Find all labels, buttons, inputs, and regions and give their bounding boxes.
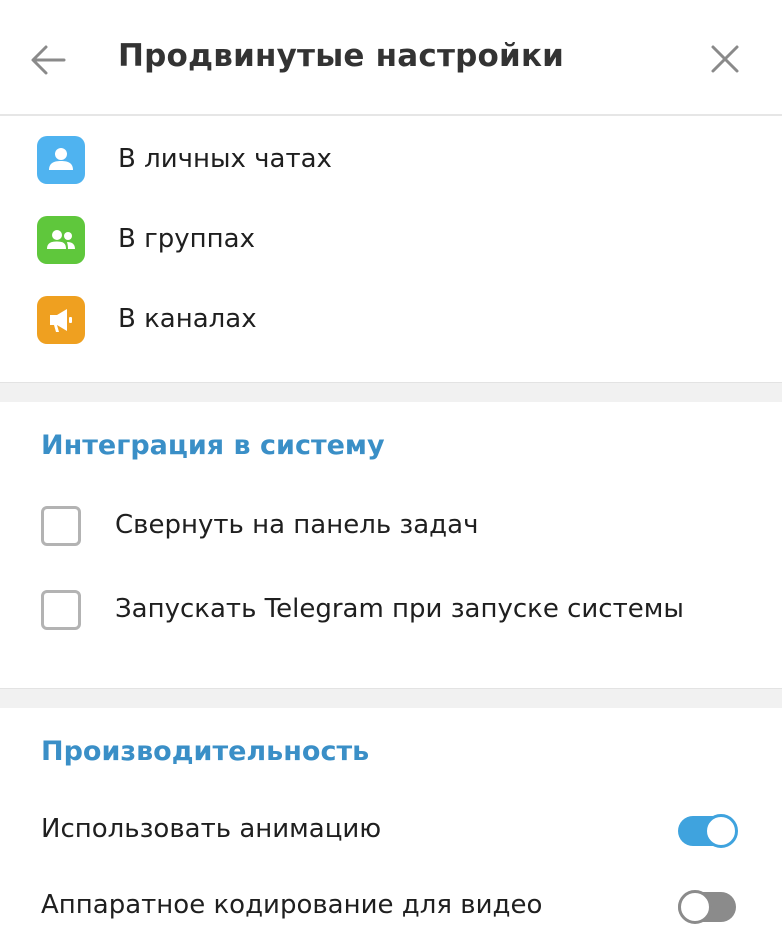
checkbox[interactable]	[41, 590, 81, 630]
arrow-left-icon	[24, 36, 74, 84]
use-animation-option[interactable]: Использовать анимацию	[0, 800, 782, 860]
panel-header: Продвинутые настройки	[0, 0, 782, 116]
launch-on-startup-option[interactable]: Запускать Telegram при запуске системы	[0, 580, 782, 644]
close-button[interactable]	[702, 36, 748, 82]
chat-type-label: В каналах	[118, 304, 257, 334]
chat-type-label: В группах	[118, 224, 255, 254]
group-icon	[37, 216, 85, 264]
checkbox[interactable]	[41, 506, 81, 546]
toggle-knob	[678, 890, 712, 924]
toggle-label: Использовать анимацию	[41, 814, 382, 844]
settings-panel: Продвинутые настройки В личных чатах В г…	[0, 0, 782, 944]
toggle-knob	[704, 814, 738, 848]
chat-type-groups[interactable]: В группах	[0, 198, 782, 278]
back-button[interactable]	[24, 36, 74, 84]
chat-type-label: В личных чатах	[118, 144, 332, 174]
megaphone-icon	[37, 296, 85, 344]
checkbox-label: Запускать Telegram при запуске системы	[115, 594, 684, 624]
animation-toggle[interactable]	[678, 814, 738, 848]
chat-type-channels[interactable]: В каналах	[0, 278, 782, 358]
checkbox-label: Свернуть на панель задач	[115, 510, 479, 540]
chat-type-private[interactable]: В личных чатах	[0, 118, 782, 198]
toggle-label: Аппаратное кодирование для видео	[41, 890, 543, 920]
section-divider	[0, 382, 782, 402]
page-title: Продвинутые настройки	[118, 38, 565, 74]
performance-section-title: Производительность	[41, 736, 370, 767]
minimize-to-tray-option[interactable]: Свернуть на панель задач	[0, 496, 782, 560]
user-icon	[37, 136, 85, 184]
close-icon	[702, 36, 748, 82]
integration-section-title: Интеграция в систему	[41, 430, 385, 461]
hardware-encoding-toggle[interactable]	[678, 890, 736, 924]
hardware-encoding-option[interactable]: Аппаратное кодирование для видео	[0, 876, 782, 936]
section-divider	[0, 688, 782, 708]
